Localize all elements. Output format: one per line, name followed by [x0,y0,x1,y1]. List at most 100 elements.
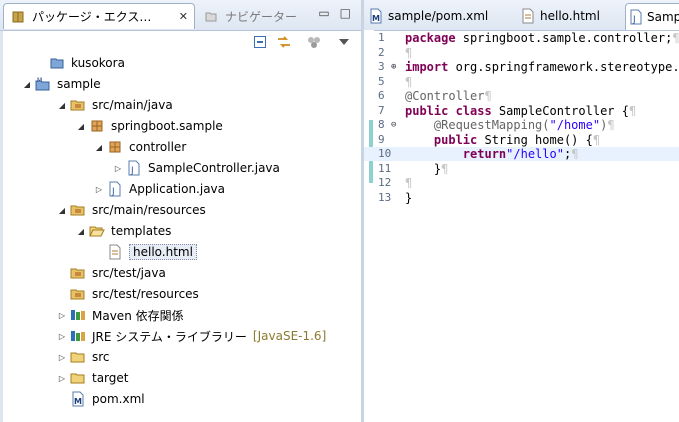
line-number: 12 [378,176,392,189]
tree-item-label: pom.xml [92,392,145,406]
tree-item-src-test-java[interactable]: src/test/java [56,263,166,283]
tab-samplecontroller-java[interactable]: J SampleController.java [625,3,679,30]
view-menu-icon[interactable] [336,34,352,50]
fold-toggle-icon[interactable]: ⊕ [391,60,396,74]
code-line[interactable]: 3 ⊕ import org.springframework.stereotype.… [364,60,679,74]
package-explorer-view: パッケージ・エクス… ✕ ナビゲーター ▭ □ kusokora ◢ M sam… [0,0,361,422]
tree-item-pom-xml[interactable]: M pom.xml [56,389,145,409]
tree-item-label: SampleController.java [148,161,280,175]
tree-item-kusokora[interactable]: kusokora [35,53,125,73]
svg-text:M: M [37,77,42,84]
tab-navigator[interactable]: ナビゲーター [199,3,309,29]
expanded-arrow-icon[interactable]: ◢ [93,143,105,152]
code-line[interactable]: 11 }¶ [364,162,679,176]
line-number: 6 [378,89,385,102]
code-line[interactable]: 8 ⊖ @RequestMapping("/home")¶ [364,118,679,132]
tab-label: sample/pom.xml [388,9,489,23]
collapse-all-icon[interactable] [252,34,268,50]
maximize-icon[interactable]: □ [340,6,351,20]
filters-icon[interactable] [306,34,322,50]
expanded-arrow-icon[interactable]: ◢ [75,227,87,236]
collapsed-arrow-icon[interactable]: ▷ [56,332,68,341]
tree-item-sample[interactable]: ◢ M sample [24,74,101,94]
expanded-arrow-icon[interactable]: ◢ [56,206,68,215]
source-folder-icon [70,97,86,113]
collapsed-arrow-icon[interactable]: ▷ [93,185,105,194]
link-with-editor-icon[interactable] [276,34,292,50]
code-line[interactable]: 6 @Controller¶ [364,89,679,103]
code-line[interactable]: 13} [364,191,679,205]
code-editor: M sample/pom.xml hello.html J SampleCont… [364,0,679,422]
expanded-arrow-icon[interactable]: ◢ [21,80,33,89]
tree-item-label: Application.java [129,182,226,196]
tree-item-label: src [92,350,110,364]
svg-text:J: J [111,187,115,197]
close-icon[interactable]: ✕ [179,10,188,23]
tree-item-jre-system-library[interactable]: ▷ JRE システム・ライブラリー [JavaSE-1.6] [56,326,326,346]
code-text: public class SampleController {¶ [405,103,637,118]
minimize-icon[interactable]: ▭ [318,6,329,20]
svg-text:J: J [632,15,636,25]
collapsed-arrow-icon[interactable]: ▷ [112,164,124,173]
collapsed-arrow-icon[interactable]: ▷ [56,311,68,320]
collapsed-arrow-icon[interactable]: ▷ [56,353,68,362]
package-icon [89,118,105,134]
tree-item-src-main-resources[interactable]: ◢ src/main/resources [56,200,206,220]
tree-item-label: src/main/resources [92,203,206,217]
code-line[interactable]: 1 package springboot.sample.controller;¶ [364,31,679,45]
tab-pom-xml[interactable]: M sample/pom.xml [368,3,513,29]
tree-item-label: src/test/resources [92,287,199,301]
tree-item-springboot-sample[interactable]: ◢ springboot.sample [75,116,223,136]
expanded-arrow-icon[interactable]: ◢ [75,122,87,131]
editor-tab-bar: M sample/pom.xml hello.html J SampleCont… [364,0,679,31]
folder-open-icon [89,223,105,239]
tree-item-src[interactable]: ▷ src [56,347,110,367]
tree-item-label: controller [129,140,187,154]
tree-item-label: src/main/java [92,98,173,112]
java-file-icon: J [107,181,123,197]
tab-label: ナビゲーター [225,9,298,24]
code-text: return"/hello";¶ [405,147,579,161]
tree-item-src-main-java[interactable]: ◢ src/main/java [56,95,173,115]
expanded-arrow-icon[interactable]: ◢ [56,101,68,110]
code-text: } [405,190,413,205]
tab-hello-html[interactable]: hello.html [520,3,620,29]
view-tab-bar: パッケージ・エクス… ✕ ナビゲーター ▭ □ [0,0,361,31]
code-text: ¶ [405,45,413,60]
code-text: public String home() {¶ [405,132,601,147]
code-line[interactable]: 2 ¶ [364,46,679,60]
line-number: 7 [378,103,385,117]
tree-item-label: hello.html [129,244,197,260]
tree-item-label: JRE システム・ライブラリー [92,329,247,344]
html-file-icon [107,244,123,260]
source-folder-icon [70,286,86,302]
view-toolbar [0,30,361,54]
code-text: package springboot.sample.controller;¶ [405,31,679,45]
tree-item-hello-html[interactable]: hello.html [93,242,197,262]
tree-item-src-test-resources[interactable]: src/test/resources [56,284,199,304]
tree-item-controller[interactable]: ◢ controller [93,137,186,157]
tree-item-maven-dependencies[interactable]: ▷ Maven 依存関係 [56,305,184,325]
svg-text:M: M [372,14,380,23]
tree-item-label: Maven 依存関係 [92,308,184,323]
tree-item-target[interactable]: ▷ target [56,368,129,388]
line-number: 1 [378,31,385,44]
tab-label: SampleController.java [647,10,679,24]
code-text: }¶ [405,161,449,176]
code-line[interactable]: 5 ¶ [364,75,679,89]
collapsed-arrow-icon[interactable]: ▷ [56,374,68,383]
code-line[interactable]: 7 public class SampleController {¶ [364,104,679,118]
html-file-icon [520,8,536,24]
tree-item-samplecontroller-java[interactable]: ▷ J SampleController.java [112,158,280,178]
code-text: @Controller¶ [405,89,492,103]
fold-toggle-icon[interactable]: ⊖ [391,118,396,132]
code-line[interactable]: 10 return"/hello";¶ [364,147,679,161]
maven-pom-icon: M [368,8,384,24]
tab-package-explorer[interactable]: パッケージ・エクス… ✕ [3,3,195,29]
java-file-icon: J [126,160,142,176]
code-line[interactable]: 9 public String home() {¶ [364,133,679,147]
code-line[interactable]: 12 ¶ [364,176,679,190]
tree-item-templates[interactable]: ◢ templates [75,221,172,241]
svg-text:M: M [74,397,82,406]
tree-item-application-java[interactable]: ▷ J Application.java [93,179,225,199]
